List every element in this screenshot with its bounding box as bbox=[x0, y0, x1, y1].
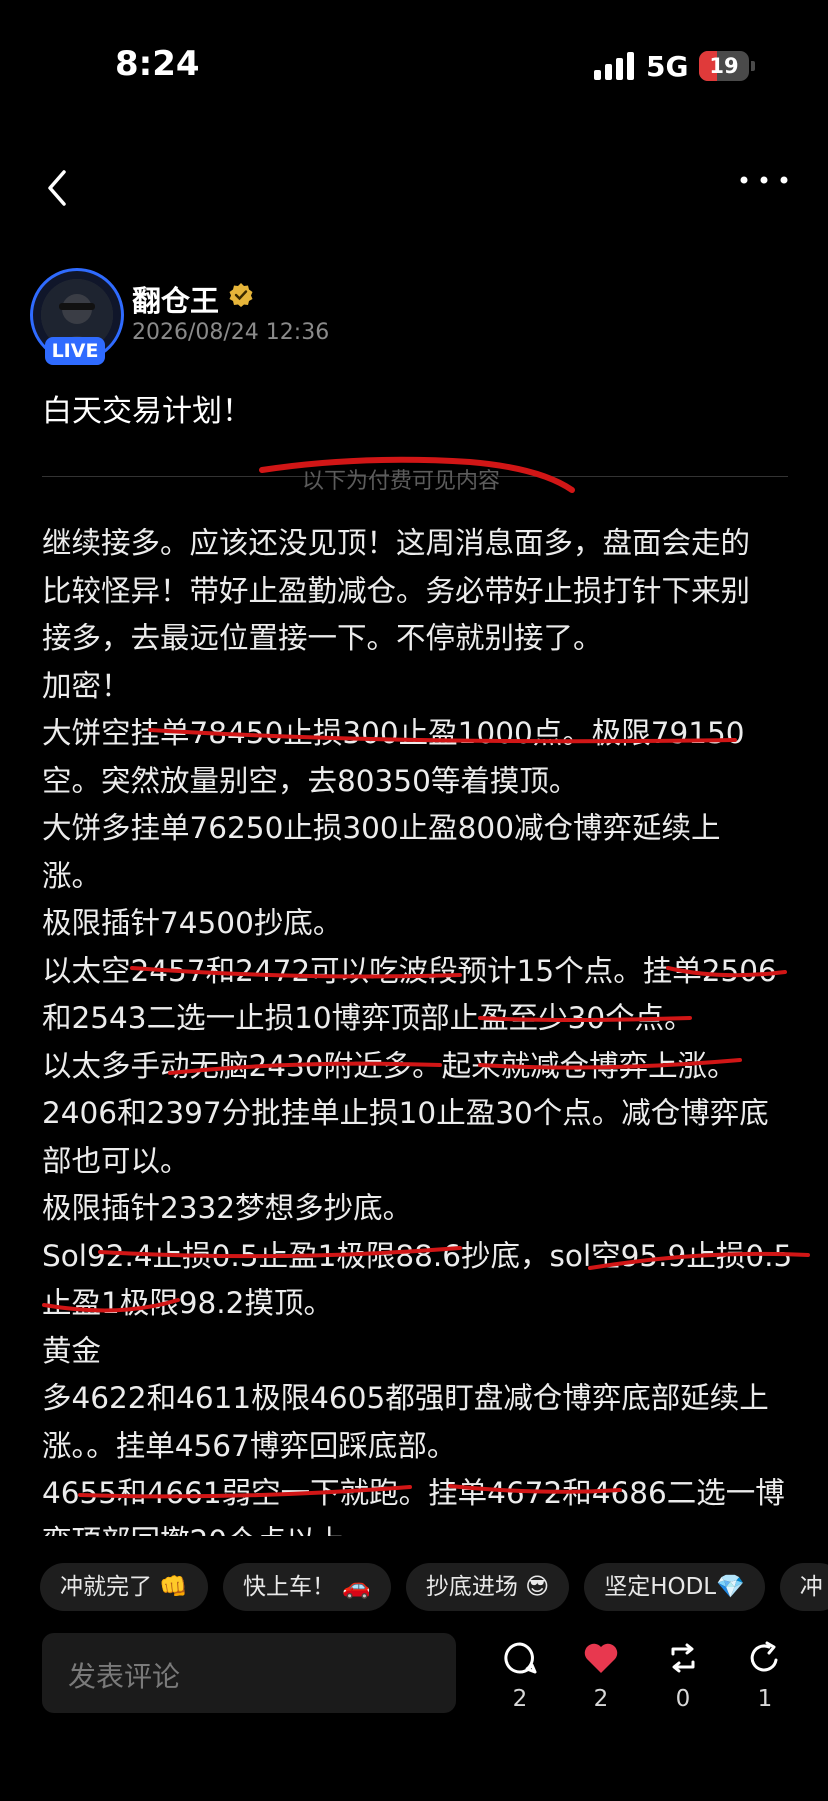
heart-icon bbox=[584, 1643, 618, 1673]
post-timestamp: 2026/08/24 12:36 bbox=[132, 320, 330, 345]
comment-icon bbox=[504, 1642, 537, 1674]
post-body-line: 止盈1极限98.2摸顶。 bbox=[42, 1286, 333, 1320]
quick-reply-chip[interactable]: 坚定HODL💎 bbox=[584, 1563, 765, 1611]
quick-reply-chip[interactable]: 快上车！ 🚗 bbox=[222, 1563, 391, 1611]
verified-badge-icon bbox=[229, 283, 253, 307]
paywall-note: 以下为付费可见内容 bbox=[302, 469, 501, 494]
post-body-line: 2406和2397分批挂单止损10止盈30个点。减仓博弈底 bbox=[42, 1096, 769, 1130]
post-body: 继续接多。应该还没见顶！这周消息面多，盘面会走的 比较怪异！带好止盈勤减仓。务必带… bbox=[42, 520, 793, 1565]
share-icon bbox=[750, 1641, 778, 1672]
quick-reply-bar: 冲就完了 👊 快上车！ 🚗 抄底进场 😎 坚定HODL💎 冲 bbox=[40, 1563, 828, 1611]
comment-button[interactable]: 2 bbox=[490, 1640, 550, 1712]
comment-placeholder: 发表评论 bbox=[68, 1660, 181, 1693]
battery-level: 19 bbox=[709, 54, 739, 78]
post-body-line: 空。突然放量别空，去80350等着摸顶。 bbox=[42, 763, 579, 798]
post-body-line: 接多，去最远位置接一下。不停就别接了。 bbox=[42, 621, 603, 655]
comment-count: 2 bbox=[512, 1686, 528, 1712]
like-count: 2 bbox=[593, 1686, 609, 1712]
quick-reply-chip[interactable]: 冲 bbox=[779, 1563, 828, 1611]
post-title: 白天交易计划！ bbox=[42, 394, 252, 429]
signal-icon bbox=[594, 52, 634, 80]
like-button[interactable]: 2 bbox=[571, 1640, 631, 1712]
battery-tip bbox=[751, 61, 755, 71]
post-body-line: 4655和4661弱空一下就跑。挂单4672和4686二选一博 bbox=[42, 1476, 785, 1510]
post-body-line: 加密！ bbox=[42, 668, 131, 703]
chevron-left-icon[interactable] bbox=[40, 166, 76, 210]
battery-icon: 19 bbox=[699, 51, 749, 81]
repost-count: 0 bbox=[675, 1686, 691, 1712]
post-body-line: 极限插针74500抄底。 bbox=[42, 906, 343, 940]
post-body-line: 极限插针2332梦想多抄底。 bbox=[42, 1191, 413, 1225]
share-count: 1 bbox=[757, 1686, 773, 1712]
post-body-line: 涨。。挂单4567博弈回踩底部。 bbox=[42, 1428, 457, 1463]
network-label: 5G bbox=[646, 50, 689, 83]
author-name[interactable]: 翻仓王 bbox=[132, 278, 219, 320]
post-body-line: 大饼空挂单78450止损300止盈1000点。极限79150 bbox=[42, 716, 745, 750]
share-button[interactable]: 1 bbox=[735, 1640, 795, 1712]
status-time: 8:24 bbox=[115, 44, 200, 84]
quick-reply-chip[interactable]: 抄底进场 😎 bbox=[405, 1563, 570, 1611]
post-body-line: 继续接多。应该还没见顶！这周消息面多，盘面会走的 bbox=[42, 526, 751, 560]
post-body-line: 部也可以。 bbox=[42, 1143, 190, 1178]
repost-button[interactable]: 0 bbox=[653, 1640, 713, 1712]
live-badge: LIVE bbox=[45, 337, 105, 365]
more-dots-icon[interactable] bbox=[736, 170, 792, 190]
repost-icon bbox=[671, 1643, 695, 1673]
post-body-line: 以太多手动无脑2430附近多。起来就减仓博弈上涨。 bbox=[42, 1048, 737, 1083]
post-body-line: 多4622和4611极限4605都强盯盘减仓博弈底部延续上 bbox=[42, 1381, 769, 1415]
post-body-line: 和2543二选一止损10博弈顶部止盈至少30个点。 bbox=[42, 1001, 694, 1035]
post-body-line: 大饼多挂单76250止损300止盈800减仓博弈延续上 bbox=[42, 811, 721, 845]
post-body-line: 黄金 bbox=[42, 1333, 102, 1368]
quick-reply-chip[interactable]: 冲就完了 👊 bbox=[40, 1563, 208, 1611]
post-body-line: 以太空2457和2472可以吃波段预计15个点。挂单2506 bbox=[42, 953, 777, 988]
post-body-line: Sol92.4止损0.5止盈1极限88.6抄底，sol空95.9止损0.5 bbox=[42, 1238, 793, 1273]
post-body-line: 比较怪异！带好止盈勤减仓。务必带好止损打针下来别 bbox=[42, 573, 751, 608]
post-body-line: 涨。 bbox=[42, 858, 102, 893]
